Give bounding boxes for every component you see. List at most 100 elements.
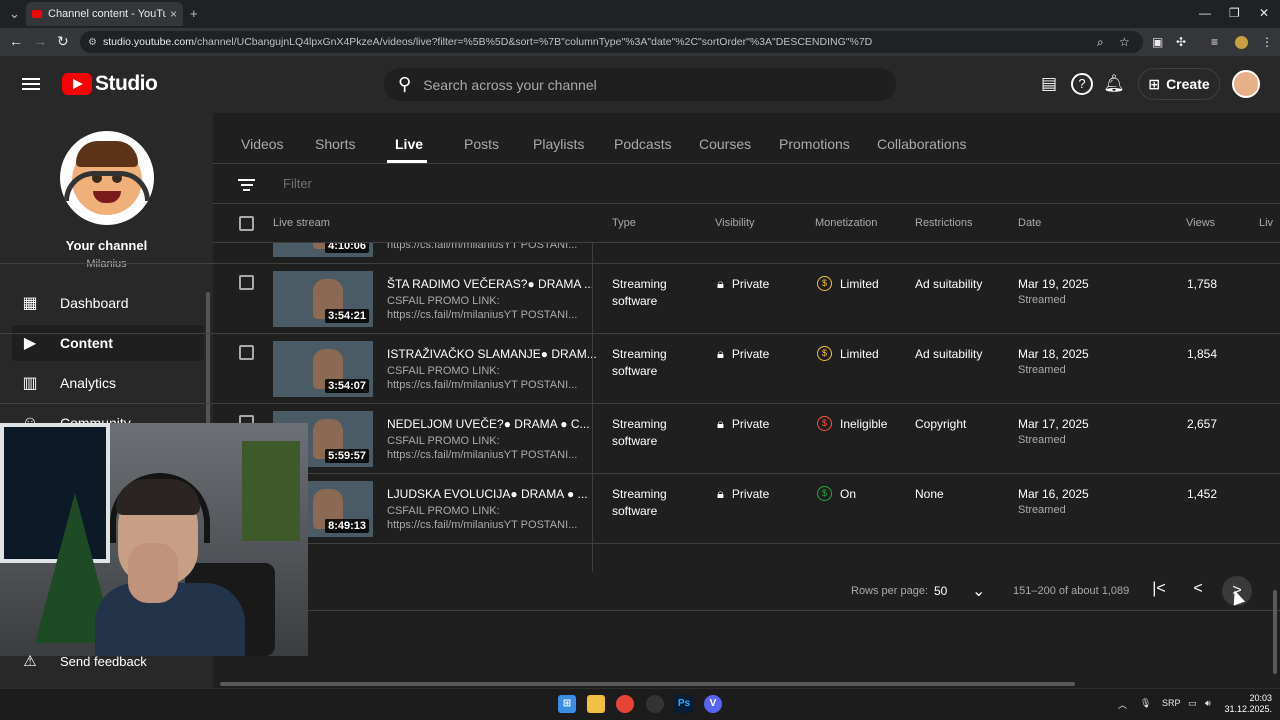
search-bar[interactable]: ⚲ Search across your channel xyxy=(384,68,896,101)
tab-promotions[interactable]: Promotions xyxy=(779,136,850,152)
column-header-likes[interactable]: Liv xyxy=(1259,217,1273,229)
account-avatar[interactable] xyxy=(1232,70,1260,98)
profile-icon[interactable] xyxy=(1235,36,1248,49)
tab-search-icon[interactable]: ⌄ xyxy=(9,6,20,22)
new-tab-button[interactable]: + xyxy=(190,6,198,21)
language-indicator[interactable]: SRP xyxy=(1162,698,1181,708)
video-title[interactable]: NEDELJOM UVEČE?● DRAMA ● C... xyxy=(387,417,590,431)
monetization-status[interactable]: $ On xyxy=(817,486,856,501)
browser-tab[interactable]: Channel content - YouTube Stu × xyxy=(26,2,183,26)
extension-icon[interactable]: ▣ xyxy=(1152,35,1163,49)
column-header-live-stream[interactable]: Live stream xyxy=(273,217,330,229)
first-page-icon[interactable]: |< xyxy=(1145,580,1173,602)
search-input[interactable]: Search across your channel xyxy=(423,77,597,93)
browser-menu-icon[interactable]: ⋮ xyxy=(1261,35,1273,49)
table-row[interactable]: 3:54:21 ŠTA RADIMO VEČERAS?● DRAMA ... C… xyxy=(0,264,1280,334)
file-explorer-icon[interactable] xyxy=(587,695,605,713)
tab-close-icon[interactable]: × xyxy=(170,7,177,21)
volume-icon[interactable]: 🔊︎ xyxy=(1205,698,1211,709)
video-title[interactable]: LJUDSKA EVOLUCIJA● DRAMA ● ... xyxy=(387,487,588,501)
help-icon[interactable]: ? xyxy=(1071,73,1093,95)
create-label: Create xyxy=(1166,76,1210,92)
sidebar-item-send-feedback[interactable]: ⚠ Send feedback xyxy=(20,652,146,670)
visibility-dropdown[interactable]: 🔒︎ Private xyxy=(717,346,769,362)
tab-videos[interactable]: Videos xyxy=(241,136,284,152)
comments-icon[interactable]: ▤ xyxy=(1038,73,1060,95)
tab-podcasts[interactable]: Podcasts xyxy=(614,136,672,152)
row-checkbox[interactable] xyxy=(239,275,254,290)
tab-live[interactable]: Live xyxy=(395,136,423,152)
visibility-dropdown[interactable]: 🔒︎ Private xyxy=(717,276,769,292)
reading-list-icon[interactable]: ≡ xyxy=(1211,35,1218,49)
table-row[interactable]: 4:10:06 POLAT POLŠ ● DRAMA ● CS2 ● R... … xyxy=(0,243,1280,264)
system-clock[interactable]: 20:03 31.12.2025. xyxy=(1224,693,1272,715)
extensions-puzzle-icon[interactable]: ✣ xyxy=(1176,35,1186,49)
video-duration: 3:54:07 xyxy=(325,379,369,393)
notifications-bell-icon[interactable]: 🔔︎ xyxy=(1103,73,1125,95)
vertical-scrollbar[interactable] xyxy=(1273,590,1277,674)
forward-icon[interactable]: → xyxy=(33,33,47,49)
microphone-icon[interactable]: 🎙︎ xyxy=(1140,698,1151,709)
video-thumbnail[interactable]: 3:54:07 xyxy=(273,341,373,397)
table-row[interactable]: 3:54:07 ISTRAŽIVAČKO SLAMANJE● DRAM... C… xyxy=(0,334,1280,404)
obs-icon[interactable] xyxy=(646,695,664,713)
studio-logo[interactable]: Studio xyxy=(62,72,158,96)
network-icon[interactable]: ▭ xyxy=(1188,698,1197,709)
visibility-dropdown[interactable]: 🔒︎ Private xyxy=(717,486,769,502)
restrictions-label[interactable]: None xyxy=(915,487,944,501)
menu-icon[interactable] xyxy=(22,75,40,93)
reload-icon[interactable]: ↻ xyxy=(57,33,69,50)
column-header-date[interactable]: Date xyxy=(1018,217,1041,229)
video-title[interactable]: ISTRAŽIVAČKO SLAMANJE● DRAM... xyxy=(387,347,597,361)
restore-icon[interactable]: ❐ xyxy=(1229,6,1240,20)
column-header-views[interactable]: Views xyxy=(1186,217,1215,229)
tab-shorts[interactable]: Shorts xyxy=(315,136,355,152)
previous-page-icon[interactable]: < xyxy=(1184,580,1212,602)
back-icon[interactable]: ← xyxy=(9,33,23,49)
site-info-icon[interactable]: ⚙ xyxy=(88,37,97,48)
rows-per-page-select[interactable]: 50 xyxy=(934,584,947,598)
tab-courses[interactable]: Courses xyxy=(699,136,751,152)
tab-playlists[interactable]: Playlists xyxy=(533,136,584,152)
video-thumbnail[interactable]: 4:10:06 xyxy=(273,243,373,257)
close-window-icon[interactable]: ✕ xyxy=(1259,6,1269,20)
bookmark-star-icon[interactable]: ☆ xyxy=(1119,35,1130,49)
photoshop-icon[interactable]: Ps xyxy=(675,695,693,713)
monetization-label: Ineligible xyxy=(840,416,888,431)
tab-posts[interactable]: Posts xyxy=(464,136,499,152)
channel-avatar[interactable] xyxy=(60,131,154,225)
windows-start-icon[interactable]: ⊞ xyxy=(558,695,576,713)
zoom-icon[interactable]: ⌕ xyxy=(1097,35,1104,50)
vpn-icon[interactable]: V xyxy=(704,695,722,713)
monetization-status[interactable]: $ Limited xyxy=(817,276,879,291)
restrictions-label[interactable]: Ad suitability xyxy=(915,277,982,291)
filter-icon[interactable] xyxy=(238,176,255,194)
tab-collaborations[interactable]: Collaborations xyxy=(877,136,967,152)
column-header-restrictions[interactable]: Restrictions xyxy=(915,217,972,229)
filter-input[interactable]: Filter xyxy=(283,176,312,191)
visibility-dropdown[interactable]: 🔒︎ Private xyxy=(717,416,769,432)
chrome-icon[interactable] xyxy=(616,695,634,713)
monetization-status[interactable]: $ Ineligible xyxy=(817,416,887,431)
date-cell: Mar 19, 2025 Streamed xyxy=(1018,276,1089,308)
monetization-status[interactable]: $ Limited xyxy=(817,346,879,361)
monetization-label: Limited xyxy=(840,346,879,361)
url-bar[interactable]: ⚙ studio.youtube.com/channel/UCbangujnLQ… xyxy=(80,31,1143,53)
chevron-down-icon[interactable]: ⌄ xyxy=(972,581,985,601)
column-header-monetization[interactable]: Monetization xyxy=(815,217,877,229)
video-description-link: https://cs.fail/m/milaniusYT POSTANI... xyxy=(387,519,578,531)
monetization-dollar-icon: $ xyxy=(817,346,832,361)
row-checkbox[interactable] xyxy=(239,345,254,360)
column-header-visibility[interactable]: Visibility xyxy=(715,217,755,229)
tray-overflow-icon[interactable]: ︿ xyxy=(1118,698,1127,711)
video-duration: 8:49:13 xyxy=(325,519,369,533)
restrictions-label[interactable]: Copyright xyxy=(915,417,966,431)
video-title[interactable]: ŠTA RADIMO VEČERAS?● DRAMA ... xyxy=(387,277,594,291)
column-header-type[interactable]: Type xyxy=(612,217,636,229)
horizontal-scrollbar[interactable] xyxy=(220,682,1075,686)
minimize-icon[interactable]: — xyxy=(1199,6,1211,20)
restrictions-label[interactable]: Ad suitability xyxy=(915,347,982,361)
create-button[interactable]: ⊞ Create xyxy=(1138,68,1220,100)
video-thumbnail[interactable]: 3:54:21 xyxy=(273,271,373,327)
select-all-checkbox[interactable] xyxy=(239,216,254,231)
